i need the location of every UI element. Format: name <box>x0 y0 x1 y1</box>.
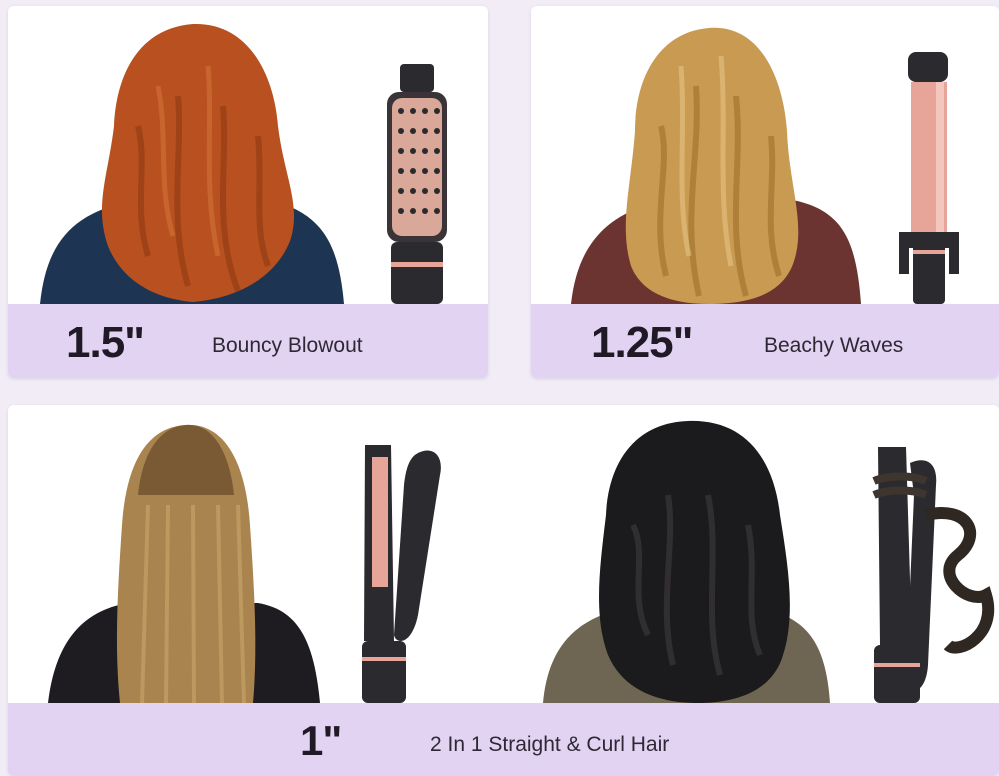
barrel-size: 1" <box>300 717 342 764</box>
style-description: Bouncy Blowout <box>212 334 363 357</box>
label-bar: 1.25" Beachy Waves <box>531 304 999 378</box>
barrel-size: 1.25" <box>591 318 693 367</box>
barrel-size: 1.5" <box>66 318 145 367</box>
product-card-bouncy-blowout: 1.5" Bouncy Blowout <box>8 6 488 378</box>
hair-photo-straight-curl <box>8 405 999 703</box>
round-brush-icon <box>387 64 447 304</box>
hair-photo-beachy-waves <box>531 6 999 304</box>
label-bar: 1.5" Bouncy Blowout <box>8 304 488 378</box>
product-card-beachy-waves: 1.25" Beachy Waves <box>531 6 999 378</box>
style-description: Beachy Waves <box>764 334 904 357</box>
hair-photo-bouncy-blowout <box>8 6 488 304</box>
label-bar: 1" 2 In 1 Straight & Curl Hair <box>8 703 999 776</box>
product-card-straight-curl: 1" 2 In 1 Straight & Curl Hair <box>8 405 999 776</box>
style-description: 2 In 1 Straight & Curl Hair <box>430 733 670 756</box>
